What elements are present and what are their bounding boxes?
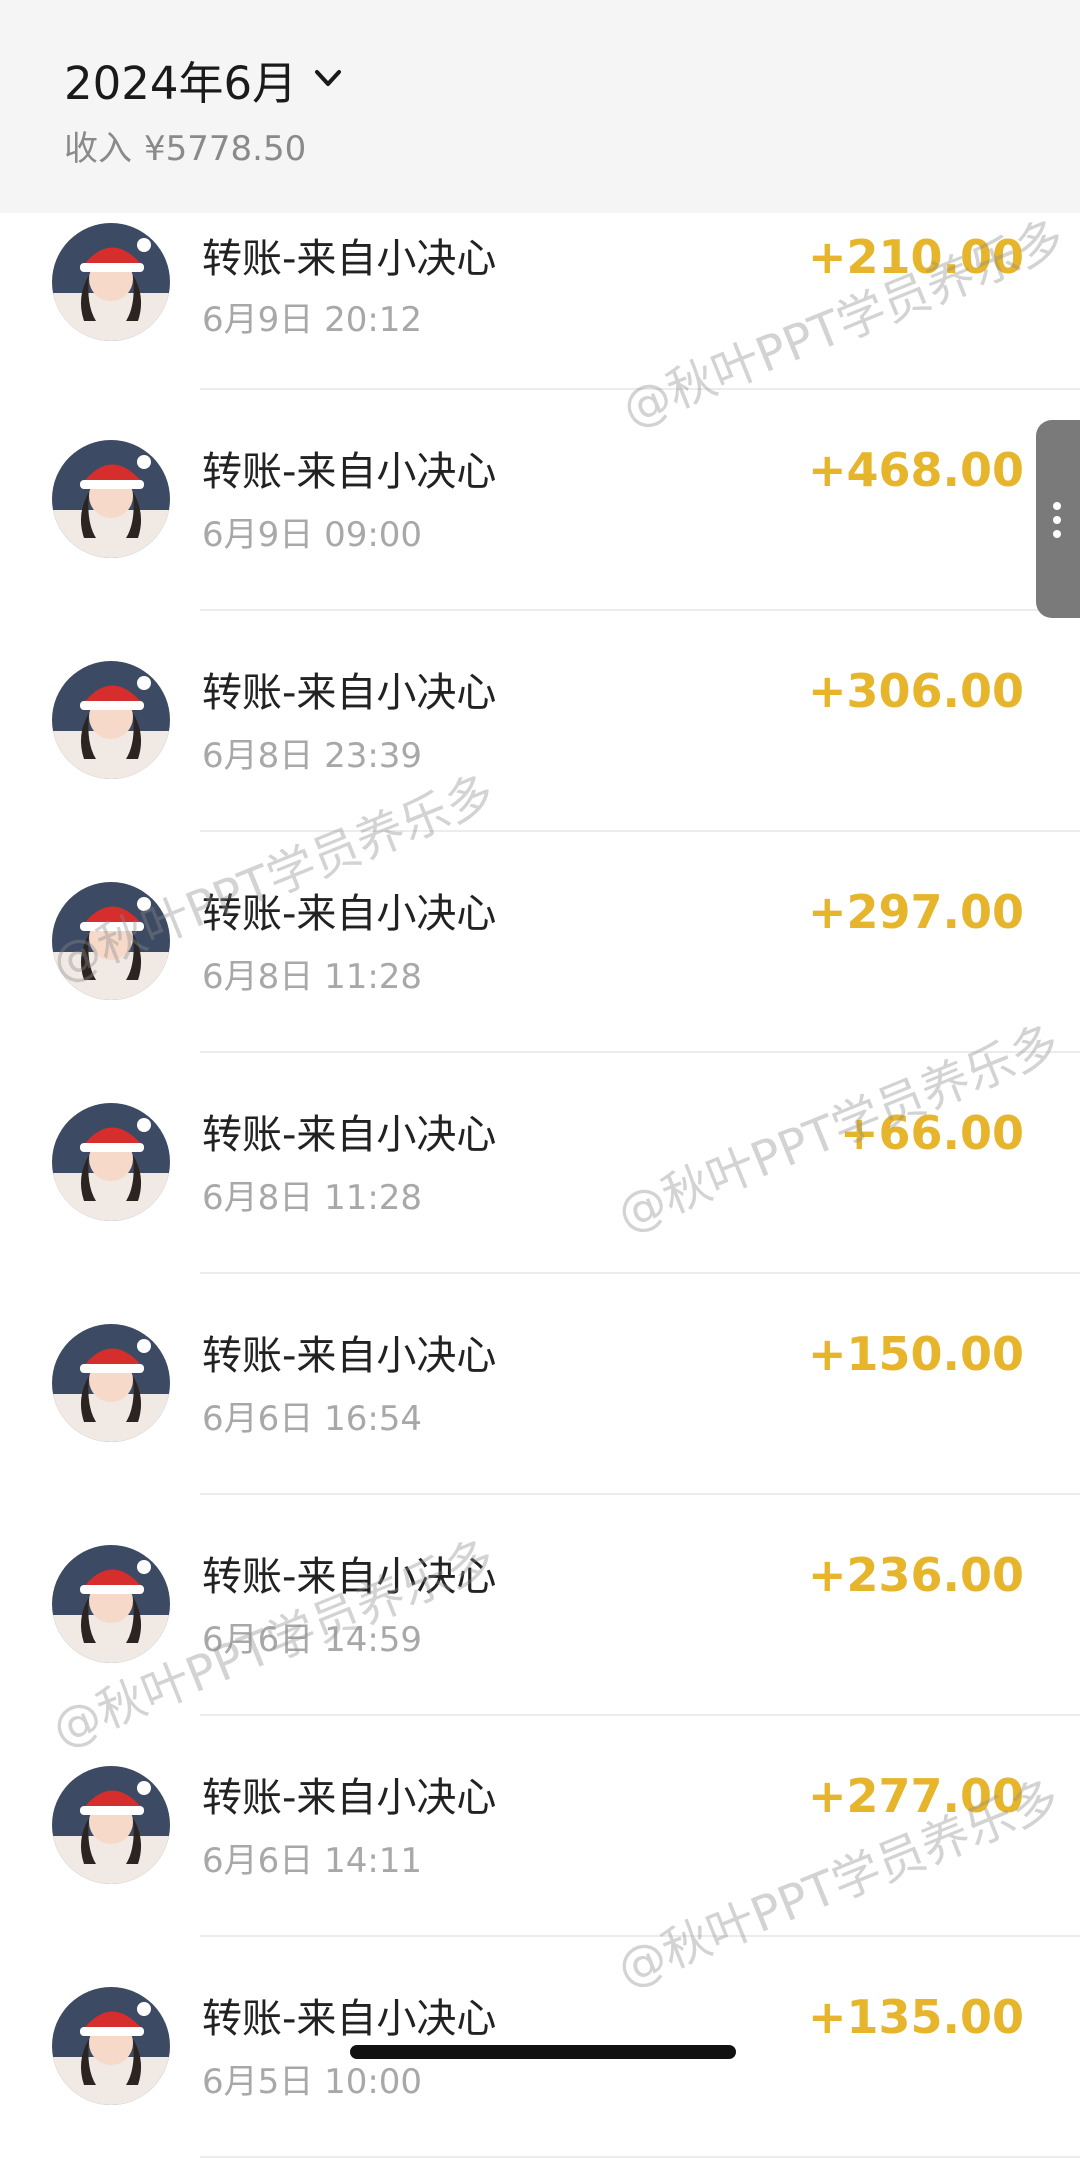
transaction-time: 6月8日 11:28 (202, 957, 423, 997)
transaction-title: 转账-来自小决心 (202, 1333, 497, 1379)
avatar (52, 440, 170, 558)
month-header: 2024年6月 收入 ¥5778.50 (0, 0, 1080, 213)
chevron-down-icon[interactable] (311, 61, 345, 95)
transaction-amount: +297.00 (807, 885, 1024, 939)
transaction-amount: +210.00 (807, 230, 1024, 284)
home-indicator[interactable] (350, 2045, 736, 2059)
transaction-amount: +468.00 (807, 443, 1024, 497)
transaction-amount: +135.00 (807, 1990, 1024, 2044)
transaction-amount: +277.00 (807, 1769, 1024, 1823)
transaction-title: 转账-来自小决心 (202, 1996, 497, 2042)
transaction-title: 转账-来自小决心 (202, 236, 497, 282)
transaction-amount: +236.00 (807, 1548, 1024, 1602)
avatar (52, 1766, 170, 1884)
avatar (52, 661, 170, 779)
scroll-handle[interactable] (1036, 420, 1080, 618)
transaction-time: 6月8日 11:28 (202, 1178, 423, 1218)
transaction-time: 6月5日 10:00 (202, 2062, 423, 2102)
transaction-row[interactable]: 转账-来自小决心 6月6日 16:54 +150.00 (0, 1274, 1080, 1495)
avatar (52, 1324, 170, 1442)
transaction-time: 6月6日 14:59 (202, 1620, 423, 1660)
transaction-title: 转账-来自小决心 (202, 891, 497, 937)
transaction-time: 6月6日 14:11 (202, 1841, 423, 1881)
transaction-list: 转账-来自小决心 6月9日 20:12 +210.00 转账-来自小决心 6月9日 09… (0, 213, 1080, 2158)
transaction-row[interactable]: 转账-来自小决心 6月9日 20:12 +210.00 (0, 213, 1080, 390)
transaction-time: 6月6日 16:54 (202, 1399, 423, 1439)
transaction-amount: +306.00 (807, 664, 1024, 718)
scroll-handle-dots-icon (1053, 502, 1061, 544)
avatar (52, 1987, 170, 2105)
transaction-title: 转账-来自小决心 (202, 449, 497, 495)
transaction-time: 6月9日 20:12 (202, 300, 423, 340)
transaction-title: 转账-来自小决心 (202, 1775, 497, 1821)
transaction-title: 转账-来自小决心 (202, 1112, 497, 1158)
transaction-row[interactable]: 转账-来自小决心 6月9日 09:00 +468.00 (0, 390, 1080, 611)
income-amount: ¥5778.50 (144, 129, 307, 169)
transaction-row[interactable]: 转账-来自小决心 6月6日 14:59 +236.00 (0, 1495, 1080, 1716)
transaction-time: 6月8日 23:39 (202, 736, 423, 776)
transaction-time: 6月9日 09:00 (202, 515, 423, 555)
transaction-amount: +66.00 (839, 1106, 1024, 1160)
transaction-row[interactable]: 转账-来自小决心 6月6日 14:11 +277.00 (0, 1716, 1080, 1937)
transaction-amount: +150.00 (807, 1327, 1024, 1381)
income-label: 收入 (64, 129, 132, 169)
transaction-row[interactable]: 转账-来自小决心 6月8日 23:39 +306.00 (0, 611, 1080, 832)
avatar (52, 1545, 170, 1663)
transaction-title: 转账-来自小决心 (202, 670, 497, 716)
avatar (52, 1103, 170, 1221)
avatar (52, 223, 170, 341)
transaction-row[interactable]: 转账-来自小决心 6月8日 11:28 +66.00 (0, 1053, 1080, 1274)
month-label: 2024年6月 (64, 57, 298, 110)
month-selector[interactable]: 2024年6月 (64, 52, 345, 116)
transaction-row[interactable]: 转账-来自小决心 6月8日 11:28 +297.00 (0, 832, 1080, 1053)
transaction-title: 转账-来自小决心 (202, 1554, 497, 1600)
avatar (52, 882, 170, 1000)
income-summary: 收入 ¥5778.50 (64, 124, 318, 174)
